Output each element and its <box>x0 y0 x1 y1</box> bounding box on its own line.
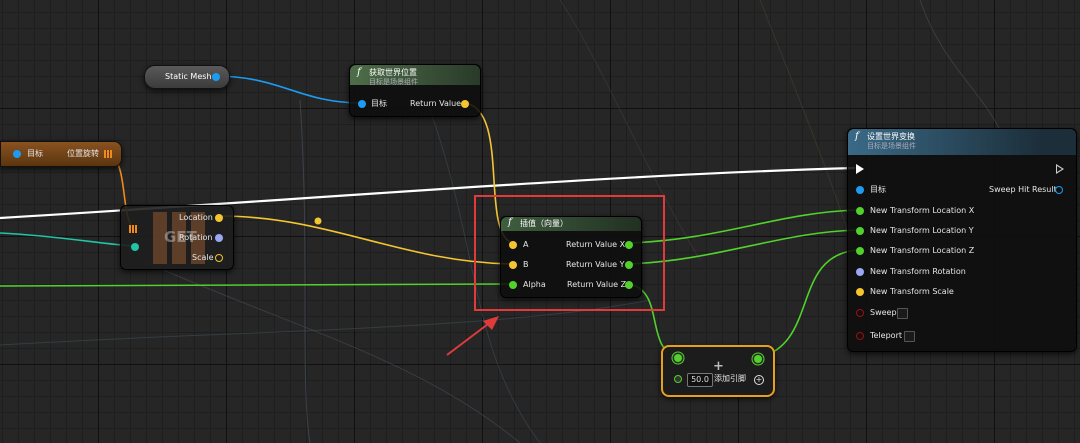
highlight-box <box>474 195 665 311</box>
teal-wire <box>0 232 135 247</box>
add-value-field[interactable]: 50.0 <box>687 373 713 387</box>
add-pin-label[interactable]: 添加引脚 <box>714 372 746 386</box>
location-label: Location <box>179 213 213 222</box>
static-mesh-label: Static Mesh <box>165 72 212 81</box>
target-label: 目标 <box>27 149 43 158</box>
function-icon: f <box>357 67 361 78</box>
static-mesh-output-pin[interactable] <box>212 73 220 81</box>
sweep-label: Sweep <box>870 308 897 317</box>
scale-label: Scale <box>192 253 214 262</box>
loc-z-label: New Transform Location Z <box>870 246 975 255</box>
return-value-label: Return Value <box>410 99 462 108</box>
loc-x-label: New Transform Location X <box>870 206 975 215</box>
faint-wire <box>299 99 311 443</box>
rotation-pin[interactable] <box>856 268 864 276</box>
return-value-pin[interactable] <box>461 100 469 108</box>
add-pin-icon[interactable]: + <box>754 375 764 385</box>
float-wire-add-out <box>756 249 859 359</box>
faint-wire <box>139 259 521 443</box>
node-subtitle: 目标是场景组件 <box>867 142 916 150</box>
add-node[interactable]: + 50.0 添加引脚 + <box>661 345 775 397</box>
teleport-label: Teleport <box>870 331 902 340</box>
object-wire <box>214 75 362 104</box>
teleport-pin[interactable] <box>856 332 864 340</box>
loc-z-pin[interactable] <box>856 247 864 255</box>
set-world-transform-node[interactable]: f 设置世界变换 目标是场景组件 目标 Sweep Hit Result New… <box>847 128 1077 352</box>
annotation-arrow-head <box>483 316 499 330</box>
teleport-checkbox[interactable] <box>904 331 915 342</box>
target-input-pin[interactable] <box>13 150 21 158</box>
scale-pin[interactable] <box>215 254 223 262</box>
alpha-wire <box>0 283 513 287</box>
node-header: f 设置世界变换 目标是场景组件 <box>848 129 1076 155</box>
struct-input-icon[interactable] <box>129 225 137 233</box>
target-input-pin[interactable] <box>856 186 864 194</box>
add-input-b-pin[interactable] <box>674 375 682 383</box>
node-header: f 获取世界位置 目标是场景组件 <box>350 65 480 86</box>
add-output-pin[interactable] <box>754 355 762 363</box>
rotator-node[interactable]: 目标 位置旋转 <box>0 141 122 167</box>
rotation-label: New Transform Rotation <box>870 267 966 276</box>
exec-input-pin[interactable] <box>856 164 864 174</box>
target-label: 目标 <box>870 185 886 194</box>
struct-grid-icon[interactable] <box>104 150 112 158</box>
static-mesh-node[interactable]: Static Mesh <box>144 65 230 89</box>
loc-x-pin[interactable] <box>856 207 864 215</box>
target-input-pin[interactable] <box>358 100 366 108</box>
rotation-label: Rotation <box>179 233 213 242</box>
sweep-hit-pin[interactable] <box>1055 186 1063 194</box>
vector-wire-b <box>218 215 513 265</box>
scale-label: New Transform Scale <box>870 287 954 296</box>
node-subtitle: 目标是场景组件 <box>369 78 418 86</box>
rotator-output-label: 位置旋转 <box>67 149 99 158</box>
exec-output-pin[interactable] <box>1056 164 1064 174</box>
loc-y-label: New Transform Location Y <box>870 226 974 235</box>
faint-wire <box>919 0 1001 131</box>
get-world-location-node[interactable]: f 获取世界位置 目标是场景组件 目标 Return Value <box>349 64 481 117</box>
reroute-knot <box>314 217 322 225</box>
function-icon: f <box>855 131 859 142</box>
rotation-pin[interactable] <box>215 234 223 242</box>
location-pin[interactable] <box>215 214 223 222</box>
sweep-pin[interactable] <box>856 309 864 317</box>
add-input-a-pin[interactable] <box>674 354 682 362</box>
teal-input-pin[interactable] <box>131 243 139 251</box>
target-label: 目标 <box>371 99 387 108</box>
scale-pin[interactable] <box>856 288 864 296</box>
loc-y-pin[interactable] <box>856 227 864 235</box>
sweep-hit-label: Sweep Hit Result <box>989 185 1057 194</box>
break-transform-node[interactable]: GET Location Rotation Scale <box>120 205 234 270</box>
sweep-checkbox[interactable] <box>897 308 908 319</box>
